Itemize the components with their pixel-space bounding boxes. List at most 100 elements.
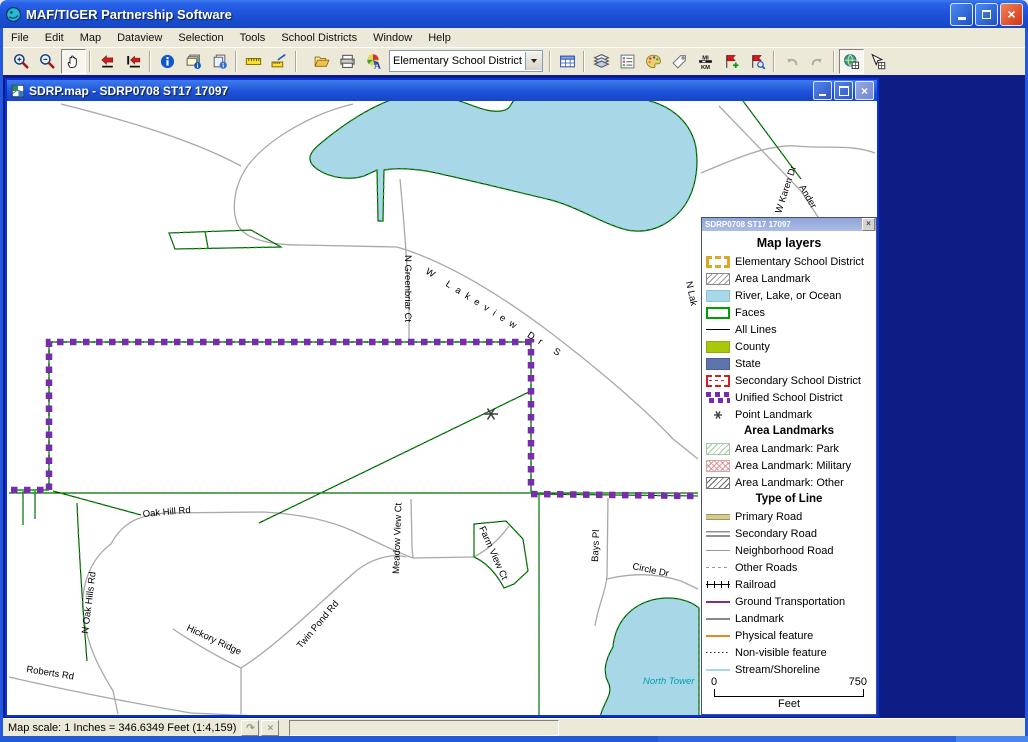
undo-button[interactable] [779, 49, 804, 74]
globe-grid-button[interactable] [839, 49, 864, 74]
scale-cancel-button[interactable]: × [261, 720, 279, 736]
menu-map[interactable]: Map [72, 30, 109, 46]
close-button[interactable]: × [1000, 3, 1023, 26]
legend-close-button[interactable]: × [862, 218, 875, 231]
legend-item-all-lines[interactable]: All Lines [702, 321, 876, 338]
zoom-out-icon [39, 53, 56, 70]
legend-item-elementary-school-district[interactable]: Elementary School District [702, 253, 876, 270]
open-button[interactable] [309, 49, 334, 74]
map-label-n-lak: N Lak [683, 280, 699, 307]
legend-item-label: Area Landmark: Military [735, 460, 851, 472]
units-mi-km-button[interactable]: MIKM [693, 49, 718, 74]
map-canvas[interactable]: W Lakeview Dr SN Greenbriar CtN LakW Kar… [7, 101, 877, 715]
legend-item-ground-transportation[interactable]: Ground Transportation [702, 593, 876, 610]
map-label-roberts-rd: Roberts Rd [26, 664, 75, 682]
legend-item-other-roads[interactable]: Other Roads [702, 559, 876, 576]
map-label-twin-pond-rd: Twin Pond Rd [295, 599, 341, 651]
font-color-button[interactable]: A [361, 49, 386, 74]
close-icon: × [861, 85, 868, 97]
legend-item-stream-shoreline[interactable]: Stream/Shoreline [702, 661, 876, 674]
dataview-table-button[interactable] [555, 49, 580, 74]
map-window-title-bar[interactable]: SDRP.map - SDRP0708 ST17 17097 × [7, 80, 877, 101]
menu-school-districts[interactable]: School Districts [273, 30, 365, 46]
legend-list-icon [619, 53, 636, 70]
toolbar-separator [549, 51, 551, 72]
map-maximize-button[interactable] [834, 81, 853, 100]
legend-title-bar[interactable]: SDRP0708 ST17 17097 × [702, 218, 876, 231]
zoom-in-button[interactable] [9, 49, 34, 74]
map-close-button[interactable]: × [855, 81, 874, 100]
legend-item-non-visible-feature[interactable]: Non-visible feature [702, 644, 876, 661]
identify-button[interactable] [155, 49, 180, 74]
legend-item-point-landmark[interactable]: Point Landmark [702, 406, 876, 423]
menu-dataview[interactable]: Dataview [109, 30, 170, 46]
menu-help[interactable]: Help [420, 30, 459, 46]
flag-zoom-button[interactable] [745, 49, 770, 74]
map-label-w-lakeview-dr-s: W Lakeview Dr S [423, 266, 567, 362]
legend-item-county[interactable]: County [702, 338, 876, 355]
legend-item-label: Primary Road [735, 511, 802, 523]
map-scale-status: Map scale: 1 Inches = 346.6349 Feet (1:4… [3, 722, 241, 734]
palette-icon [645, 53, 662, 70]
label-tag-button[interactable] [667, 49, 692, 74]
initial-extent-button[interactable] [121, 49, 146, 74]
legend-item-area-landmark-military[interactable]: Area Landmark: Military [702, 457, 876, 474]
toolbar-separator [833, 51, 835, 72]
legend-item-secondary-road[interactable]: Secondary Road [702, 525, 876, 542]
legend-item-river-lake-or-ocean[interactable]: River, Lake, or Ocean [702, 287, 876, 304]
legend-item-unified-school-district[interactable]: Unified School District [702, 389, 876, 406]
identify-layers-button[interactable] [181, 49, 206, 74]
previous-extent-button[interactable] [95, 49, 120, 74]
menu-tools[interactable]: Tools [232, 30, 274, 46]
flag-add-icon [723, 53, 740, 70]
district-type-dropdown[interactable]: Elementary School District [389, 50, 543, 72]
redo-button[interactable] [805, 49, 830, 74]
legend-item-area-landmark-other[interactable]: Area Landmark: Other [702, 474, 876, 491]
legend-item-landmark[interactable]: Landmark [702, 610, 876, 627]
legend-item-label: Neighborhood Road [735, 545, 833, 557]
legend-item-label: Point Landmark [735, 409, 812, 421]
menu-selection[interactable]: Selection [170, 30, 231, 46]
legend-item-area-landmark[interactable]: Area Landmark [702, 270, 876, 287]
measure-distance-button[interactable] [267, 49, 292, 74]
flag-add-button[interactable] [719, 49, 744, 74]
palette-button[interactable] [641, 49, 666, 74]
pointer-grid-button[interactable] [865, 49, 890, 74]
toolbar-separator [149, 51, 151, 72]
legend-item-railroad[interactable]: Railroad [702, 576, 876, 593]
menu-window[interactable]: Window [365, 30, 420, 46]
map-label-n-oak-hills-rd: N Oak Hills Rd [80, 571, 99, 634]
legend-item-primary-road[interactable]: Primary Road [702, 508, 876, 525]
hatch-park-swatch [706, 443, 730, 455]
menu-file[interactable]: File [3, 30, 37, 46]
map-label-circle-dr: Circle Dr [631, 561, 669, 579]
pointer-grid-icon [869, 53, 886, 70]
dropdown-arrow-icon[interactable] [525, 52, 542, 70]
scale-refresh-button[interactable]: ↷ [241, 720, 259, 736]
print-button[interactable] [335, 49, 360, 74]
toolbar: A Elementary School District MIKM [3, 47, 1025, 76]
layers-button[interactable] [589, 49, 614, 74]
legend-item-area-landmark-park[interactable]: Area Landmark: Park [702, 440, 876, 457]
legend-item-secondary-school-district[interactable]: Secondary School District [702, 372, 876, 389]
identify-all-button[interactable] [207, 49, 232, 74]
zoom-out-button[interactable] [35, 49, 60, 74]
minimize-button[interactable] [950, 3, 973, 26]
legend-item-physical-feature[interactable]: Physical feature [702, 627, 876, 644]
restore-button[interactable] [975, 3, 998, 26]
legend-item-state[interactable]: State [702, 355, 876, 372]
menu-edit[interactable]: Edit [37, 30, 72, 46]
legend-item-label: Secondary Road [735, 528, 817, 540]
legend-item-neighborhood-road[interactable]: Neighborhood Road [702, 542, 876, 559]
app-title: MAF/TIGER Partnership Software [26, 7, 232, 22]
legend-item-label: River, Lake, or Ocean [735, 290, 841, 302]
svg-text:KM: KM [700, 64, 709, 69]
line-all-swatch [706, 324, 730, 336]
ruler-button[interactable] [241, 49, 266, 74]
window-frame-left [0, 28, 3, 736]
pan-button[interactable] [61, 49, 86, 74]
legend-list-button[interactable] [615, 49, 640, 74]
window-frame-bottom[interactable] [0, 736, 1028, 742]
legend-item-faces[interactable]: Faces [702, 304, 876, 321]
map-minimize-button[interactable] [813, 81, 832, 100]
